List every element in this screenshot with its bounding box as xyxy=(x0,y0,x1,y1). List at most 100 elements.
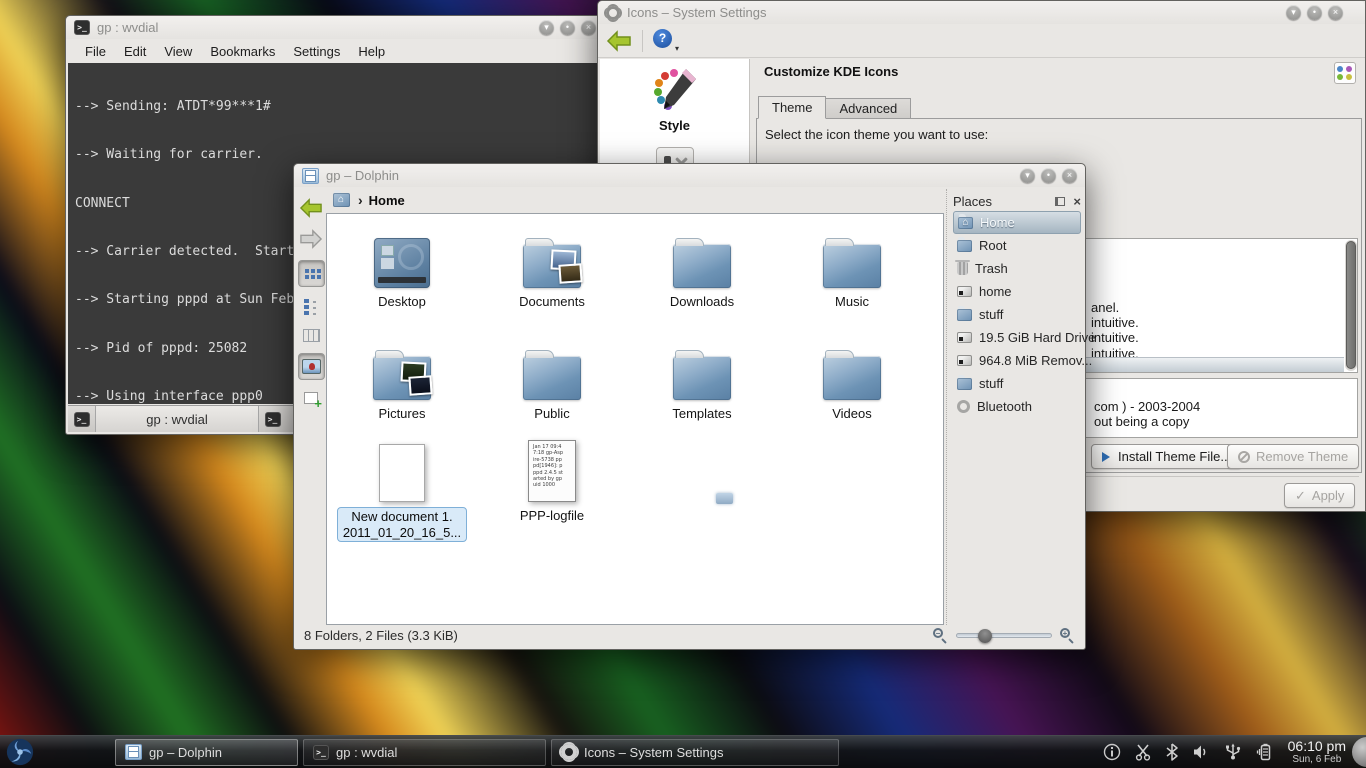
task-label: gp – Dolphin xyxy=(149,745,222,760)
konsole-title: gp : wvdial xyxy=(97,20,158,35)
file-item-ppp-logfile[interactable]: Jan 17 09:4 7:18 gp-Asp ire-5738 pp pd[1… xyxy=(482,436,622,523)
zoom-out-button[interactable]: − xyxy=(933,628,948,643)
overview-dot xyxy=(1346,74,1352,80)
remove-icon xyxy=(1238,451,1250,463)
menu-view[interactable]: View xyxy=(155,42,201,61)
tab-theme[interactable]: Theme xyxy=(758,96,826,119)
apply-button[interactable]: ✓ Apply xyxy=(1284,483,1355,508)
file-item-label: Desktop xyxy=(332,294,472,309)
menu-bookmarks[interactable]: Bookmarks xyxy=(201,42,284,61)
check-icon: ✓ xyxy=(1295,488,1306,504)
zoom-slider-handle[interactable] xyxy=(978,629,992,643)
task-konsole[interactable]: >_ gp : wvdial xyxy=(303,739,546,766)
place-item-stuff2[interactable]: stuff xyxy=(953,372,1081,395)
settings-toolbar: ? ▾ xyxy=(598,24,1365,58)
file-item-label: Downloads xyxy=(632,294,772,309)
panel-toolbox-cashew[interactable] xyxy=(1352,737,1366,767)
tab-advanced[interactable]: Advanced xyxy=(826,98,911,119)
minimize-icon: ▾ xyxy=(1291,8,1296,17)
status-text: 8 Folders, 2 Files (3.3 KiB) xyxy=(304,628,458,643)
scrollbar-thumb[interactable] xyxy=(1346,241,1356,369)
minimize-button[interactable]: ▾ xyxy=(1020,168,1035,183)
maximize-button[interactable]: • xyxy=(1041,168,1056,183)
place-item-bluetooth[interactable]: Bluetooth xyxy=(953,395,1081,418)
zoom-slider[interactable] xyxy=(956,633,1052,638)
preview-button[interactable] xyxy=(298,353,325,380)
forward-arrow-icon xyxy=(299,228,323,250)
breadcrumb-home-label[interactable]: Home xyxy=(369,193,405,208)
help-button[interactable]: ? ▾ xyxy=(653,29,679,53)
place-item-removable[interactable]: 964.8 MiB Remov... xyxy=(953,349,1081,372)
file-item-label: Templates xyxy=(632,406,772,421)
details-view-button[interactable] xyxy=(298,291,325,318)
file-item-music[interactable]: Music xyxy=(782,224,922,309)
file-item-label: Pictures xyxy=(332,406,472,421)
back-arrow-icon xyxy=(606,29,632,53)
sidebar-item-style[interactable]: Style xyxy=(600,59,749,133)
menu-help[interactable]: Help xyxy=(349,42,394,61)
minimize-button[interactable]: ▾ xyxy=(1286,5,1301,20)
task-system-settings[interactable]: Icons – System Settings xyxy=(551,739,839,766)
zoom-in-button[interactable]: + xyxy=(1060,628,1075,643)
documents-folder-icon xyxy=(523,244,581,288)
volume-tray-icon[interactable] xyxy=(1192,743,1210,761)
file-item-desktop[interactable]: Desktop xyxy=(332,224,472,309)
split-view-button[interactable] xyxy=(298,384,325,411)
klipper-scissors-icon[interactable] xyxy=(1134,743,1152,761)
overview-dot xyxy=(1346,66,1352,72)
close-button[interactable]: × xyxy=(581,20,596,35)
app-launcher-button[interactable] xyxy=(5,737,35,767)
place-item-trash[interactable]: Trash xyxy=(953,257,1081,280)
menu-file[interactable]: File xyxy=(76,42,115,61)
file-item-templates[interactable]: Templates xyxy=(632,336,772,421)
place-item-home-drive[interactable]: home xyxy=(953,280,1081,303)
file-item-documents[interactable]: Documents xyxy=(482,224,622,309)
battery-tray-icon[interactable] xyxy=(1256,743,1272,762)
place-item-stuff[interactable]: stuff xyxy=(953,303,1081,326)
file-item-pictures[interactable]: Pictures xyxy=(332,336,472,421)
place-item-root[interactable]: Root xyxy=(953,234,1081,257)
dolphin-side-toolbar xyxy=(296,190,326,623)
close-button[interactable]: × xyxy=(1328,5,1343,20)
new-tab-button[interactable]: >_ xyxy=(68,406,95,432)
close-button[interactable]: × xyxy=(1062,168,1077,183)
theme-list-scrollbar[interactable] xyxy=(1345,240,1357,371)
terminal-line: --> Waiting for carrier. xyxy=(75,147,595,163)
info-tray-icon[interactable] xyxy=(1103,743,1121,761)
konsole-titlebar[interactable]: >_ gp : wvdial ▾ • × xyxy=(66,16,604,39)
file-item-public[interactable]: Public xyxy=(482,336,622,421)
back-button[interactable] xyxy=(606,29,632,53)
menu-settings[interactable]: Settings xyxy=(284,42,349,61)
icons-view-button[interactable] xyxy=(298,260,325,287)
close-panel-icon[interactable]: × xyxy=(1073,195,1081,208)
float-panel-icon[interactable] xyxy=(1055,197,1065,206)
bluetooth-tray-icon[interactable] xyxy=(1165,743,1179,761)
folder-icon xyxy=(823,356,881,400)
konsole-tab[interactable]: gp : wvdial xyxy=(95,406,259,432)
tab-list-button[interactable]: >_ xyxy=(259,406,286,432)
maximize-button[interactable]: • xyxy=(1307,5,1322,20)
folder-view[interactable]: Desktop Documents Downloads Music Pictur… xyxy=(326,213,944,625)
file-item-downloads[interactable]: Downloads xyxy=(632,224,772,309)
file-item-new-document[interactable]: New document 1.2011_01_20_16_5... xyxy=(332,436,472,542)
maximize-button[interactable]: • xyxy=(560,20,575,35)
breadcrumb-home-button[interactable]: ⌂ xyxy=(330,191,352,210)
dolphin-titlebar[interactable]: gp – Dolphin ▾ • × xyxy=(294,164,1085,187)
file-item-videos[interactable]: Videos xyxy=(782,336,922,421)
minimize-button[interactable]: ▾ xyxy=(539,20,554,35)
usb-device-tray-icon[interactable] xyxy=(1223,743,1243,761)
task-dolphin[interactable]: gp – Dolphin xyxy=(115,739,298,766)
settings-titlebar[interactable]: Icons – System Settings ▾ • × xyxy=(598,1,1365,24)
menu-edit[interactable]: Edit xyxy=(115,42,155,61)
place-item-home[interactable]: ⌂Home xyxy=(953,211,1081,234)
forward-button[interactable] xyxy=(298,225,325,252)
settings-tabs: Theme Advanced xyxy=(758,96,911,119)
place-item-hard-drive[interactable]: 19.5 GiB Hard Drive xyxy=(953,326,1081,349)
install-theme-label: Install Theme File... xyxy=(1118,449,1231,464)
columns-view-button[interactable] xyxy=(298,322,325,349)
clock[interactable]: 06:10 pm Sun, 6 Feb xyxy=(1288,739,1346,765)
install-theme-button[interactable]: Install Theme File... xyxy=(1091,444,1242,469)
back-button[interactable] xyxy=(298,194,325,221)
remove-theme-button[interactable]: Remove Theme xyxy=(1227,444,1359,469)
overview-button[interactable] xyxy=(1334,62,1356,84)
